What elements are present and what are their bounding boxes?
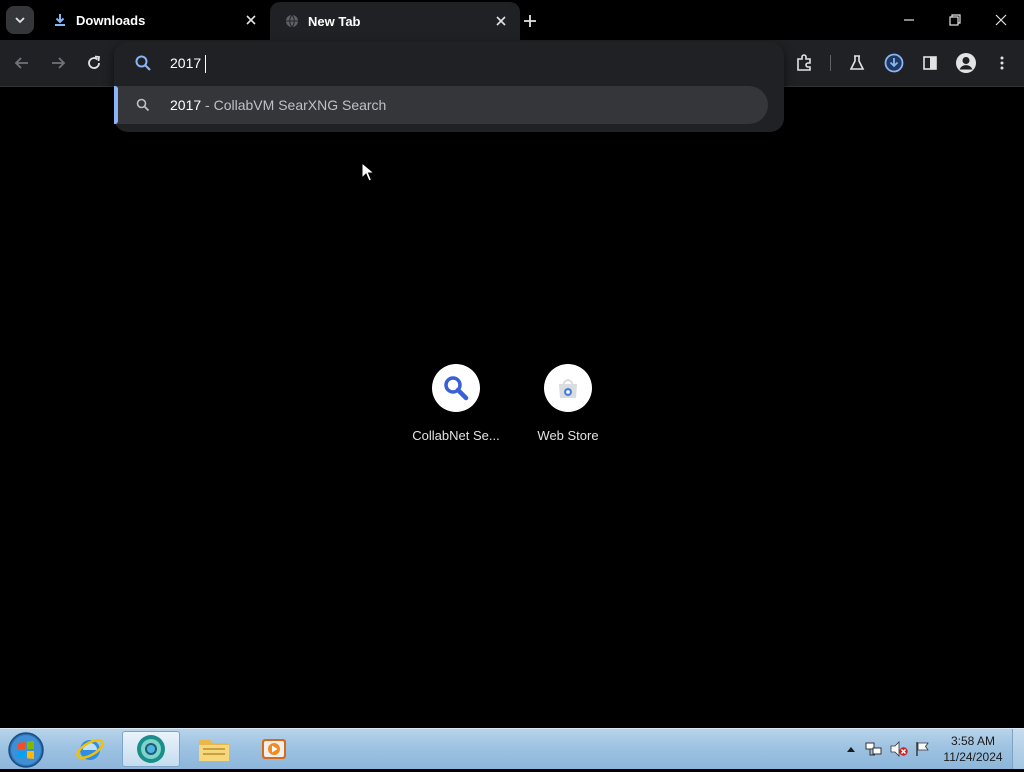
download-icon — [52, 12, 68, 28]
omnibox-dropdown: 2017 2017 - CollabVM SearXNG Search — [114, 42, 784, 132]
labs-button[interactable] — [845, 51, 869, 75]
flag-icon — [916, 742, 929, 756]
menu-button[interactable] — [990, 51, 1014, 75]
tray-network[interactable] — [864, 729, 884, 769]
suggestion-text: 2017 - CollabVM SearXNG Search — [170, 97, 386, 113]
taskbar: 3:58 AM 11/24/2024 — [0, 728, 1024, 769]
arrow-right-icon — [52, 57, 66, 69]
close-tab-icon[interactable] — [492, 12, 510, 30]
shortcut-collabnet-search[interactable]: CollabNet Se... — [400, 364, 512, 443]
reload-button[interactable] — [82, 51, 106, 75]
shortcut-icon-tile — [544, 364, 592, 412]
folder-icon — [199, 740, 229, 761]
shortcut-label: Web Store — [537, 428, 599, 443]
close-icon — [995, 14, 1007, 26]
tray-action-center[interactable] — [912, 729, 934, 769]
address-input[interactable]: 2017 — [170, 55, 207, 74]
shortcut-label: CollabNet Se... — [412, 428, 500, 443]
avatar-icon — [956, 53, 976, 73]
taskbar-chromium[interactable] — [122, 731, 180, 767]
restore-icon — [949, 14, 961, 26]
network-icon — [865, 742, 882, 756]
show-desktop-button[interactable] — [1012, 729, 1024, 769]
chevron-down-icon — [15, 17, 25, 24]
close-window-button[interactable] — [978, 0, 1024, 40]
address-bar[interactable]: 2017 — [114, 42, 784, 84]
minimize-icon — [904, 19, 914, 21]
search-icon — [135, 55, 151, 71]
shortcut-icon-tile — [432, 364, 480, 412]
mouse-pointer-icon — [361, 162, 375, 182]
suggestion-engine: CollabVM SearXNG Search — [213, 97, 387, 113]
close-tab-icon[interactable] — [242, 11, 260, 29]
restore-button[interactable] — [932, 0, 978, 40]
globe-icon — [284, 13, 300, 29]
webstore-icon — [559, 379, 577, 398]
toolbar-divider — [830, 55, 831, 71]
show-hidden-icons-button[interactable] — [844, 729, 858, 769]
tab-strip: Downloads New Tab — [0, 0, 1024, 40]
taskbar-media-player[interactable] — [246, 731, 302, 767]
taskbar-file-explorer[interactable] — [186, 731, 242, 767]
forward-button[interactable] — [46, 51, 70, 75]
media-player-icon — [262, 739, 286, 759]
more-vert-icon — [1000, 56, 1004, 70]
system-clock[interactable]: 3:58 AM 11/24/2024 — [940, 733, 1006, 765]
tray-volume[interactable] — [888, 729, 910, 769]
start-button[interactable] — [7, 731, 45, 769]
clock-date: 11/24/2024 — [943, 750, 1003, 764]
tab-search-button[interactable] — [6, 6, 34, 34]
text-caret — [205, 55, 207, 74]
omnibox-suggestion[interactable]: 2017 - CollabVM SearXNG Search — [114, 86, 768, 124]
profile-button[interactable] — [954, 51, 978, 75]
windows-logo-icon — [8, 732, 44, 768]
reload-icon — [88, 55, 101, 69]
tab-title: Downloads — [76, 12, 146, 28]
suggestion-query: 2017 — [170, 97, 202, 113]
flask-icon — [849, 55, 865, 70]
search-icon — [136, 98, 150, 112]
side-panel-button[interactable] — [918, 51, 942, 75]
volume-muted-icon — [890, 741, 908, 757]
arrow-left-icon — [14, 57, 28, 69]
search-icon — [444, 376, 469, 401]
chevron-up-icon — [847, 747, 855, 752]
back-button[interactable] — [10, 51, 34, 75]
extensions-button[interactable] — [792, 51, 816, 75]
shortcut-web-store[interactable]: Web Store — [512, 364, 624, 443]
selection-indicator — [114, 86, 118, 124]
tab-new-tab[interactable]: New Tab — [270, 2, 520, 40]
chromium-icon — [137, 735, 165, 763]
clock-time: 3:58 AM — [950, 734, 996, 748]
puzzle-icon — [797, 54, 811, 71]
tab-title: New Tab — [308, 13, 361, 29]
plus-icon — [524, 15, 536, 27]
minimize-button[interactable] — [886, 0, 932, 40]
internet-explorer-icon — [76, 739, 104, 760]
suggestion-separator: - — [205, 97, 210, 113]
downloads-button[interactable] — [882, 51, 906, 75]
new-tab-button[interactable] — [518, 9, 542, 33]
taskbar-internet-explorer[interactable] — [62, 731, 118, 767]
download-progress-icon — [884, 53, 904, 73]
side-panel-icon — [923, 56, 937, 70]
tab-downloads[interactable]: Downloads — [38, 0, 270, 40]
